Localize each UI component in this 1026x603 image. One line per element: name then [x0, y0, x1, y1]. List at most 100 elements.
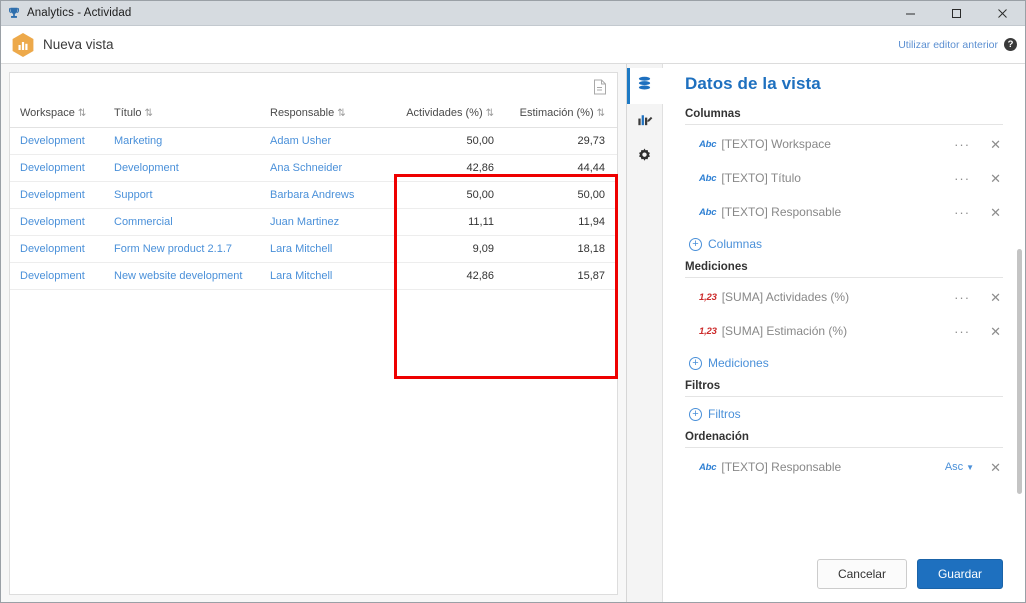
section-label-columnas: Columnas — [685, 108, 741, 120]
table-row[interactable]: Development Commercial Juan Martinez 11,… — [10, 208, 617, 236]
field-remove-icon[interactable]: ✕ — [988, 325, 1003, 338]
column-header-titulo[interactable]: Título ⇅ — [104, 101, 260, 128]
field-row-sort-responsable[interactable]: Abc [TEXTO] Responsable Asc ▼ ✕ — [685, 450, 1003, 484]
chart-edit-icon — [636, 111, 653, 133]
card-toolbar — [10, 73, 617, 101]
sort-icon[interactable]: ⇅ — [337, 108, 345, 119]
view-toolbar: Nueva vista Utilizar editor anterior ? — [1, 26, 1025, 64]
sort-direction-dropdown[interactable]: Asc ▼ — [945, 461, 974, 473]
table-row[interactable]: Development Marketing Adam Usher 50,00 2… — [10, 127, 617, 155]
cell-workspace[interactable]: Development — [10, 127, 104, 155]
maximize-button[interactable] — [933, 1, 979, 26]
section-label-filtros: Filtros — [685, 380, 721, 392]
table-row[interactable]: Development Development Ana Schneider 42… — [10, 154, 617, 182]
view-name: Nueva vista — [43, 37, 114, 52]
sort-icon[interactable]: ⇅ — [78, 108, 86, 119]
column-header-actividades[interactable]: Actividades (%) ⇅ — [384, 101, 508, 128]
table-row[interactable]: Development New website development Lara… — [10, 262, 617, 290]
cell-workspace[interactable]: Development — [10, 262, 104, 290]
cell-titulo[interactable]: New website development — [104, 262, 260, 290]
cell-actividades: 50,00 — [384, 127, 508, 155]
cancel-button[interactable]: Cancelar — [816, 559, 907, 589]
section-divider — [685, 396, 1003, 397]
chevron-down-icon: ▼ — [966, 463, 975, 472]
cell-workspace[interactable]: Development — [10, 154, 104, 182]
cell-workspace[interactable]: Development — [10, 181, 104, 209]
cell-titulo[interactable]: Form New product 2.1.7 — [104, 235, 260, 263]
cell-responsable[interactable]: Barbara Andrews — [260, 181, 384, 209]
table-card: Workspace ⇅ Título ⇅ Responsable ⇅ Activida… — [9, 72, 618, 595]
sort-icon[interactable]: ⇅ — [597, 108, 605, 119]
field-remove-icon[interactable]: ✕ — [988, 138, 1003, 151]
field-label: [TEXTO] Responsable — [721, 205, 842, 219]
add-filtros-link[interactable]: + Filtros — [685, 399, 1003, 429]
field-remove-icon[interactable]: ✕ — [988, 461, 1003, 474]
field-remove-icon[interactable]: ✕ — [988, 206, 1003, 219]
cell-workspace[interactable]: Development — [10, 235, 104, 263]
data-table: Workspace ⇅ Título ⇅ Responsable ⇅ Activida… — [10, 101, 617, 290]
sort-icon[interactable]: ⇅ — [145, 108, 153, 119]
cell-titulo[interactable]: Commercial — [104, 208, 260, 236]
cell-titulo[interactable]: Marketing — [104, 127, 260, 155]
table-head: Workspace ⇅ Título ⇅ Responsable ⇅ Activida… — [10, 101, 617, 128]
field-menu-icon[interactable]: ··· — [950, 206, 974, 219]
rail-tab-data[interactable] — [626, 68, 663, 104]
cell-responsable[interactable]: Adam Usher — [260, 127, 384, 155]
cell-estimacion: 50,00 — [508, 181, 617, 209]
table-body: Development Marketing Adam Usher 50,00 2… — [10, 127, 617, 290]
column-header-label: Workspace — [20, 107, 75, 119]
cell-titulo[interactable]: Development — [104, 154, 260, 182]
field-menu-icon[interactable]: ··· — [950, 138, 974, 151]
column-header-responsable[interactable]: Responsable ⇅ — [260, 101, 384, 128]
field-label: [TEXTO] Workspace — [721, 137, 831, 151]
cell-estimacion: 11,94 — [508, 208, 617, 236]
add-link-label: Columnas — [708, 237, 763, 251]
cell-actividades: 42,86 — [384, 154, 508, 182]
panel-content: Datos de la vista Columnas Abc [TEXTO] W… — [663, 64, 1025, 602]
add-columnas-link[interactable]: + Columnas — [685, 229, 1003, 259]
field-menu-icon[interactable]: ··· — [950, 325, 974, 338]
table-header-row: Workspace ⇅ Título ⇅ Responsable ⇅ Activida… — [10, 101, 617, 128]
panel-footer-buttons: Cancelar Guardar — [816, 559, 1003, 589]
help-icon[interactable]: ? — [1004, 38, 1017, 51]
cell-responsable[interactable]: Lara Mitchell — [260, 235, 384, 263]
column-header-estimacion[interactable]: Estimación (%) ⇅ — [508, 101, 617, 128]
field-row-responsable[interactable]: Abc [TEXTO] Responsable ··· ✕ — [685, 195, 1003, 229]
close-button[interactable] — [979, 1, 1025, 26]
field-remove-icon[interactable]: ✕ — [988, 291, 1003, 304]
cell-responsable[interactable]: Ana Schneider — [260, 154, 384, 182]
cell-workspace[interactable]: Development — [10, 208, 104, 236]
table-row[interactable]: Development Form New product 2.1.7 Lara … — [10, 235, 617, 263]
field-row-actividades[interactable]: 1,23 [SUMA] Actividades (%) ··· ✕ — [685, 280, 1003, 314]
add-mediciones-link[interactable]: + Mediciones — [685, 348, 1003, 378]
field-row-workspace[interactable]: Abc [TEXTO] Workspace ··· ✕ — [685, 127, 1003, 161]
previous-editor-link[interactable]: Utilizar editor anterior — [898, 39, 998, 51]
toolbar-right-group: Utilizar editor anterior ? — [898, 38, 1025, 51]
application-window: Analytics - Actividad Nueva vista Utiliz… — [0, 0, 1026, 603]
save-button[interactable]: Guardar — [916, 559, 1003, 589]
section-label-mediciones: Mediciones — [685, 261, 748, 273]
sort-icon[interactable]: ⇅ — [486, 108, 494, 119]
column-header-label: Actividades (%) — [406, 107, 483, 119]
text-type-icon: Abc — [699, 461, 717, 473]
document-export-icon[interactable] — [593, 79, 609, 95]
number-type-icon: 1,23 — [699, 291, 717, 303]
column-header-workspace[interactable]: Workspace ⇅ — [10, 101, 104, 128]
cell-responsable[interactable]: Juan Martinez — [260, 208, 384, 236]
gear-icon — [636, 147, 653, 169]
view-canvas: Workspace ⇅ Título ⇅ Responsable ⇅ Activida… — [1, 64, 626, 602]
cell-estimacion: 29,73 — [508, 127, 617, 155]
rail-tab-chart[interactable] — [627, 104, 663, 140]
cell-responsable[interactable]: Lara Mitchell — [260, 262, 384, 290]
cell-titulo[interactable]: Support — [104, 181, 260, 209]
minimize-button[interactable] — [887, 1, 933, 26]
field-remove-icon[interactable]: ✕ — [988, 172, 1003, 185]
field-row-estimacion[interactable]: 1,23 [SUMA] Estimación (%) ··· ✕ — [685, 314, 1003, 348]
field-menu-icon[interactable]: ··· — [950, 291, 974, 304]
panel-scrollbar[interactable] — [1017, 249, 1022, 494]
table-row[interactable]: Development Support Barbara Andrews 50,0… — [10, 181, 617, 209]
field-row-titulo[interactable]: Abc [TEXTO] Título ··· ✕ — [685, 161, 1003, 195]
add-link-label: Mediciones — [708, 356, 769, 370]
rail-tab-settings[interactable] — [627, 140, 663, 176]
field-menu-icon[interactable]: ··· — [950, 172, 974, 185]
